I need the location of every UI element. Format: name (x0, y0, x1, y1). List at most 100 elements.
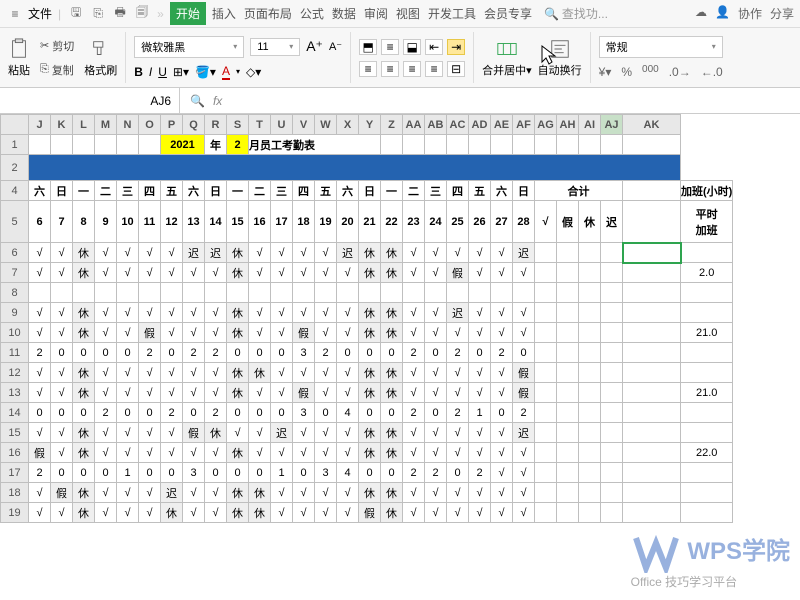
cell[interactable]: 1 (117, 463, 139, 483)
italic-button[interactable]: I (149, 65, 152, 79)
row-header[interactable]: 2 (1, 155, 29, 181)
cell[interactable]: √ (315, 243, 337, 263)
tab-devtools[interactable]: 开发工具 (426, 2, 478, 25)
cell[interactable]: √ (183, 483, 205, 503)
date-header[interactable] (623, 201, 681, 243)
cell[interactable]: 2 (29, 343, 51, 363)
cell[interactable]: √ (425, 443, 447, 463)
qat-icon[interactable]: ⎘ (89, 5, 107, 23)
cell[interactable] (557, 403, 579, 423)
cell[interactable]: √ (95, 263, 117, 283)
cell[interactable] (623, 343, 681, 363)
cell[interactable]: 2 (425, 463, 447, 483)
cell[interactable]: √ (425, 383, 447, 403)
search-box[interactable]: 🔍 查找功... (544, 5, 608, 22)
cell[interactable]: 2 (315, 343, 337, 363)
tab-pagelayout[interactable]: 页面布局 (242, 2, 294, 25)
align-bottom-button[interactable]: ⬓ (403, 39, 421, 55)
date-header[interactable]: 休 (579, 201, 601, 243)
col-header[interactable]: K (51, 115, 73, 135)
cell[interactable]: √ (117, 303, 139, 323)
cell[interactable]: √ (117, 323, 139, 343)
cell[interactable] (623, 263, 681, 283)
cell[interactable]: 0 (337, 343, 359, 363)
cell[interactable]: √ (293, 243, 315, 263)
cell[interactable] (557, 343, 579, 363)
cell[interactable]: 休 (227, 263, 249, 283)
cell[interactable]: 迟 (513, 423, 535, 443)
cancel-icon[interactable]: 🔍 (190, 94, 205, 108)
cell[interactable] (535, 443, 557, 463)
clear-format-button[interactable]: ◇▾ (246, 65, 261, 79)
tab-insert[interactable]: 插入 (210, 2, 238, 25)
justify-button[interactable]: ≡ (425, 61, 443, 77)
cell[interactable] (557, 263, 579, 283)
col-header[interactable]: AI (579, 115, 601, 135)
cell[interactable]: √ (337, 503, 359, 523)
cell[interactable]: √ (95, 303, 117, 323)
cell[interactable] (579, 423, 601, 443)
date-header[interactable]: 13 (183, 201, 205, 243)
cell[interactable]: √ (469, 243, 491, 263)
date-header[interactable]: 平时加班 (681, 201, 733, 243)
cell[interactable]: √ (139, 503, 161, 523)
cell[interactable]: √ (51, 383, 73, 403)
cell[interactable]: √ (403, 423, 425, 443)
cell[interactable] (579, 243, 601, 263)
date-header[interactable]: 假 (557, 201, 579, 243)
cell[interactable]: 休 (381, 503, 403, 523)
cell[interactable]: √ (161, 363, 183, 383)
cell[interactable]: √ (337, 423, 359, 443)
cell[interactable]: 假 (513, 363, 535, 383)
cell[interactable]: 休 (227, 243, 249, 263)
cell[interactable]: 0 (469, 343, 491, 363)
cell[interactable]: 0 (227, 463, 249, 483)
cell[interactable]: 休 (249, 363, 271, 383)
cell[interactable]: √ (51, 443, 73, 463)
cell[interactable]: 休 (227, 303, 249, 323)
date-header[interactable]: 16 (249, 201, 271, 243)
paste-button[interactable]: 粘贴 (8, 38, 30, 78)
col-header[interactable]: AH (557, 115, 579, 135)
cell[interactable] (557, 443, 579, 463)
user-icon[interactable]: 👤 (715, 5, 730, 22)
cell[interactable] (579, 403, 601, 423)
cell[interactable]: 21.0 (681, 383, 733, 403)
cell[interactable] (579, 463, 601, 483)
cell[interactable]: √ (139, 423, 161, 443)
cell[interactable]: √ (117, 443, 139, 463)
cell[interactable] (579, 263, 601, 283)
cell[interactable]: √ (29, 503, 51, 523)
cell[interactable] (601, 463, 623, 483)
col-header[interactable]: P (161, 115, 183, 135)
cell[interactable]: √ (403, 503, 425, 523)
cell[interactable] (579, 443, 601, 463)
cell[interactable]: √ (337, 383, 359, 403)
cell[interactable]: √ (447, 443, 469, 463)
align-right-button[interactable]: ≡ (403, 61, 421, 77)
cell[interactable]: √ (337, 363, 359, 383)
col-header[interactable]: AA (403, 115, 425, 135)
cell[interactable]: √ (95, 323, 117, 343)
cell[interactable]: 休 (73, 443, 95, 463)
date-header[interactable]: 28 (513, 201, 535, 243)
cell[interactable]: 休 (161, 503, 183, 523)
cell[interactable]: 假 (359, 503, 381, 523)
cell[interactable] (681, 303, 733, 323)
cell[interactable]: 休 (73, 323, 95, 343)
cell[interactable] (557, 463, 579, 483)
cell[interactable]: √ (183, 503, 205, 523)
date-header[interactable]: 12 (161, 201, 183, 243)
cell[interactable] (681, 423, 733, 443)
cell[interactable]: √ (249, 323, 271, 343)
cell[interactable]: √ (315, 423, 337, 443)
cell[interactable]: 0 (227, 403, 249, 423)
cell[interactable]: √ (403, 483, 425, 503)
cell[interactable]: √ (425, 423, 447, 443)
cell[interactable]: 休 (381, 303, 403, 323)
row-header[interactable]: 5 (1, 201, 29, 243)
cell[interactable]: √ (183, 303, 205, 323)
cell[interactable]: √ (161, 243, 183, 263)
cell[interactable]: 2 (29, 463, 51, 483)
cell[interactable]: √ (205, 263, 227, 283)
